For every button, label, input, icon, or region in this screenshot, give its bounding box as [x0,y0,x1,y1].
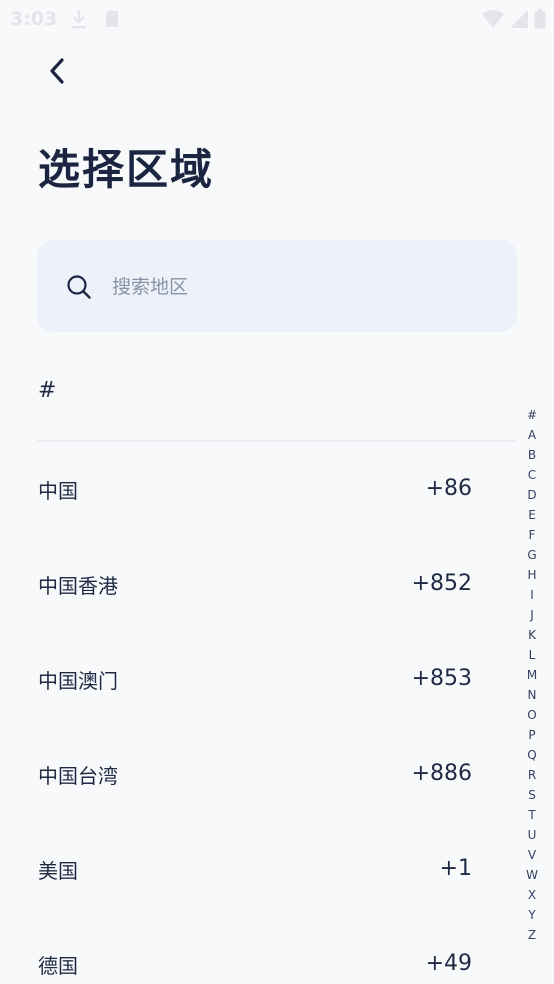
region-row[interactable]: 中国 +86 [0,442,554,537]
alphabet-letter[interactable]: L [522,645,542,665]
alphabet-letter[interactable]: O [522,705,542,725]
region-row[interactable]: 德国 +49 [0,917,554,984]
region-row[interactable]: 中国澳门 +853 [0,632,554,727]
alphabet-letter[interactable]: P [522,725,542,745]
chevron-left-icon [50,58,64,84]
alphabet-letter[interactable]: F [522,525,542,545]
region-select-screen: 3:03 选择区域 # [0,0,554,984]
region-code: +886 [411,761,472,786]
region-code: +1 [439,856,472,881]
alphabet-letter[interactable]: H [522,565,542,585]
alphabet-letter[interactable]: R [522,765,542,785]
sd-card-icon [106,11,118,27]
alphabet-letter[interactable]: T [522,805,542,825]
alphabet-letter[interactable]: E [522,505,542,525]
alphabet-letter[interactable]: N [522,685,542,705]
download-icon [72,10,86,29]
alphabet-letter[interactable]: J [522,605,542,625]
search-icon [67,275,91,299]
alphabet-letter[interactable]: U [522,825,542,845]
region-name: 中国澳门 [38,669,118,693]
alphabet-letter[interactable]: W [522,865,542,885]
search-input[interactable] [112,266,492,308]
status-time: 3:03 [10,8,58,30]
status-indicators [482,8,546,30]
alphabet-letter[interactable]: G [522,545,542,565]
alphabet-letter[interactable]: C [522,465,542,485]
alphabet-letter[interactable]: X [522,885,542,905]
alphabet-letter[interactable]: B [522,445,542,465]
alphabet-letter[interactable]: Z [522,925,542,945]
region-name: 美国 [38,859,78,883]
alphabet-letter[interactable]: D [522,485,542,505]
region-code: +853 [411,666,472,691]
page-title: 选择区域 [38,145,215,194]
alphabet-letter[interactable]: A [522,425,542,445]
alphabet-letter[interactable]: I [522,585,542,605]
region-row[interactable]: 美国 +1 [0,822,554,917]
back-button[interactable] [36,50,78,92]
alphabet-letter[interactable]: K [522,625,542,645]
region-code: +49 [425,951,472,976]
region-name: 中国 [38,479,78,503]
alphabet-letter[interactable]: S [522,785,542,805]
region-row[interactable]: 中国台湾 +886 [0,727,554,822]
alphabet-letter[interactable]: M [522,665,542,685]
alphabet-letter[interactable]: V [522,845,542,865]
alphabet-letter[interactable]: Y [522,905,542,925]
status-bar: 3:03 [0,0,554,38]
region-name: 中国台湾 [38,764,118,788]
region-code: +86 [425,476,472,501]
section-header: # [38,378,57,403]
region-name: 中国香港 [38,574,118,598]
signal-icon [510,10,528,28]
alphabet-letter[interactable]: # [522,405,542,425]
battery-icon [534,9,546,29]
alphabet-index[interactable]: # A B C D E F G H I J K L M N O P Q R S … [522,405,542,945]
region-list: 中国 +86 中国香港 +852 中国澳门 +853 中国台湾 +886 美国 … [0,442,554,984]
region-code: +852 [411,571,472,596]
wifi-icon [482,10,504,28]
alphabet-letter[interactable]: Q [522,745,542,765]
region-name: 德国 [38,954,78,978]
region-row[interactable]: 中国香港 +852 [0,537,554,632]
